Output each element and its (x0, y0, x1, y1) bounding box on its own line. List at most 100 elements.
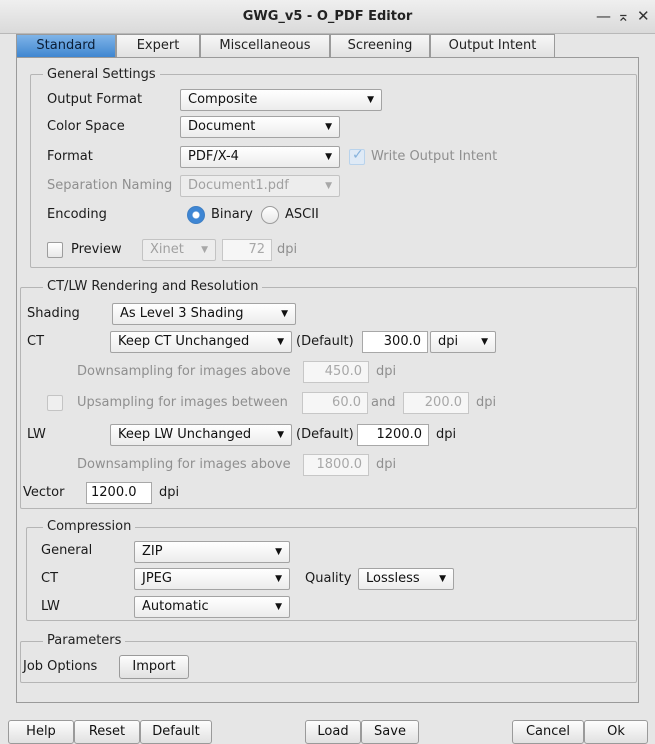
compression-lw-label: LW (41, 599, 60, 614)
tab-miscellaneous[interactable]: Miscellaneous (200, 34, 330, 57)
default-button[interactable]: Default (140, 720, 212, 744)
tab-expert[interactable]: Expert (116, 34, 200, 57)
separation-naming-value: Document1.pdf (188, 178, 289, 193)
encoding-binary-label: Binary (211, 207, 253, 222)
maximize-icon[interactable]: ⌅ (617, 8, 630, 24)
save-button[interactable]: Save (361, 720, 419, 744)
ct-label: CT (27, 334, 45, 349)
compression-lw-value: Automatic (142, 599, 209, 614)
lw-mode-value: Keep LW Unchanged (118, 427, 252, 442)
shading-value: As Level 3 Shading (120, 306, 244, 321)
cancel-button[interactable]: Cancel (512, 720, 584, 744)
preview-checkbox[interactable] (47, 242, 63, 258)
vector-label: Vector (23, 485, 65, 500)
lw-label: LW (27, 427, 46, 442)
ct-upsampling-from-field[interactable]: 60.0 (302, 392, 368, 414)
job-options-label: Job Options (23, 659, 98, 674)
ct-downsampling-dpi: dpi (376, 364, 397, 379)
help-button[interactable]: Help (8, 720, 74, 744)
format-select[interactable]: PDF/X-4 ▼ (180, 146, 340, 168)
chevron-down-icon: ▼ (439, 574, 446, 584)
compression-legend: Compression (43, 519, 136, 534)
output-format-label: Output Format (47, 92, 143, 107)
compression-ct-value: JPEG (142, 571, 172, 586)
preview-engine-select[interactable]: Xinet ▼ (142, 239, 216, 261)
tab-screening[interactable]: Screening (330, 34, 430, 57)
chevron-down-icon: ▼ (325, 152, 332, 162)
output-format-select[interactable]: Composite ▼ (180, 89, 382, 111)
shading-select[interactable]: As Level 3 Shading ▼ (112, 303, 296, 325)
lw-default-label: (Default) (296, 427, 354, 442)
preview-engine-value: Xinet (150, 242, 184, 257)
separation-naming-select[interactable]: Document1.pdf ▼ (180, 175, 340, 197)
lw-downsampling-dpi: dpi (376, 457, 397, 472)
preview-resolution-field[interactable]: 72 (222, 239, 272, 261)
chevron-down-icon: ▼ (275, 574, 282, 584)
compression-ct-label: CT (41, 571, 59, 586)
ct-default-label: (Default) (296, 334, 354, 349)
ct-downsampling-label: Downsampling for images above (77, 364, 291, 379)
ct-upsampling-dpi: dpi (476, 395, 497, 410)
ct-upsampling-checkbox[interactable] (47, 395, 63, 411)
lw-resolution-field[interactable]: 1200.0 (357, 424, 429, 446)
preview-label: Preview (71, 242, 122, 257)
shading-label: Shading (27, 306, 80, 321)
chevron-down-icon: ▼ (201, 245, 208, 255)
chevron-down-icon: ▼ (275, 602, 282, 612)
chevron-down-icon: ▼ (367, 95, 374, 105)
preview-dpi-label: dpi (277, 242, 298, 257)
ct-mode-select[interactable]: Keep CT Unchanged ▼ (110, 331, 292, 353)
chevron-down-icon: ▼ (481, 337, 488, 347)
ct-upsampling-and-label: and (371, 395, 396, 410)
vector-dpi-label: dpi (159, 485, 180, 500)
output-format-value: Composite (188, 92, 258, 107)
load-button[interactable]: Load (305, 720, 361, 744)
chevron-down-icon: ▼ (281, 309, 288, 319)
tab-output-intent[interactable]: Output Intent (430, 34, 555, 57)
lw-downsampling-label: Downsampling for images above (77, 457, 291, 472)
parameters-legend: Parameters (43, 633, 126, 648)
format-label: Format (47, 149, 93, 164)
format-value: PDF/X-4 (188, 149, 239, 164)
separation-naming-label: Separation Naming (47, 178, 173, 193)
lw-mode-select[interactable]: Keep LW Unchanged ▼ (110, 424, 292, 446)
ct-mode-value: Keep CT Unchanged (118, 334, 250, 349)
general-settings-legend: General Settings (43, 67, 160, 82)
ct-resolution-field[interactable]: 300.0 (362, 331, 428, 353)
chevron-down-icon: ▼ (325, 122, 332, 132)
compression-lw-select[interactable]: Automatic ▼ (134, 596, 290, 618)
encoding-label: Encoding (47, 207, 107, 222)
ok-button[interactable]: Ok (584, 720, 648, 744)
import-button[interactable]: Import (119, 655, 189, 679)
ct-downsampling-field[interactable]: 450.0 (303, 361, 369, 383)
chevron-down-icon: ▼ (275, 547, 282, 557)
color-space-value: Document (188, 119, 256, 134)
lw-downsampling-field[interactable]: 1800.0 (303, 454, 369, 476)
chevron-down-icon: ▼ (325, 181, 332, 191)
quality-label: Quality (305, 571, 352, 586)
encoding-binary-radio[interactable] (187, 206, 205, 224)
color-space-select[interactable]: Document ▼ (180, 116, 340, 138)
ct-upsampling-to-field[interactable]: 200.0 (403, 392, 469, 414)
compression-ct-select[interactable]: JPEG ▼ (134, 568, 290, 590)
ct-unit-select[interactable]: dpi ▼ (430, 331, 496, 353)
close-icon[interactable]: ✕ (637, 8, 650, 24)
ct-upsampling-label: Upsampling for images between (77, 395, 288, 410)
reset-button[interactable]: Reset (74, 720, 140, 744)
quality-select[interactable]: Lossless ▼ (358, 568, 454, 590)
vector-resolution-field[interactable]: 1200.0 (86, 482, 152, 504)
minimize-icon[interactable]: — (596, 8, 611, 24)
compression-general-label: General (41, 543, 93, 558)
quality-value: Lossless (366, 571, 420, 586)
lw-dpi-label: dpi (436, 427, 457, 442)
write-output-intent-label: Write Output Intent (371, 149, 498, 164)
tab-standard[interactable]: Standard (16, 34, 116, 57)
chevron-down-icon: ▼ (277, 337, 284, 347)
write-output-intent-checkbox[interactable] (349, 147, 365, 165)
ct-unit-value: dpi (438, 334, 459, 349)
color-space-label: Color Space (47, 119, 125, 134)
encoding-ascii-radio[interactable] (261, 206, 279, 224)
compression-general-value: ZIP (142, 544, 163, 559)
chevron-down-icon: ▼ (277, 430, 284, 440)
compression-general-select[interactable]: ZIP ▼ (134, 541, 290, 563)
